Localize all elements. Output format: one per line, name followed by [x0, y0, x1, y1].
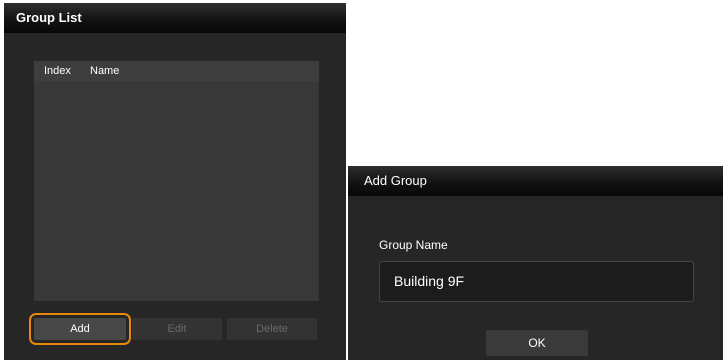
add-button[interactable]: Add	[29, 313, 131, 345]
table-header: Index Name	[34, 61, 319, 81]
group-list-table[interactable]: Index Name	[34, 61, 319, 301]
edit-button[interactable]: Edit	[132, 318, 222, 340]
column-header-index[interactable]: Index	[44, 65, 90, 77]
ok-button[interactable]: OK	[486, 330, 588, 356]
group-list-title: Group List	[4, 3, 346, 33]
add-group-title: Add Group	[348, 166, 723, 196]
column-header-name[interactable]: Name	[90, 65, 319, 77]
group-name-label: Group Name	[379, 238, 448, 252]
add-group-dialog: Add Group Group Name Building 9F OK	[348, 166, 723, 360]
group-list-dialog: Group List Index Name Add Edit Delete	[4, 3, 346, 360]
screen: Group List Index Name Add Edit Delete Ad…	[0, 0, 723, 360]
delete-button[interactable]: Delete	[227, 318, 317, 340]
group-name-input[interactable]: Building 9F	[379, 261, 694, 302]
